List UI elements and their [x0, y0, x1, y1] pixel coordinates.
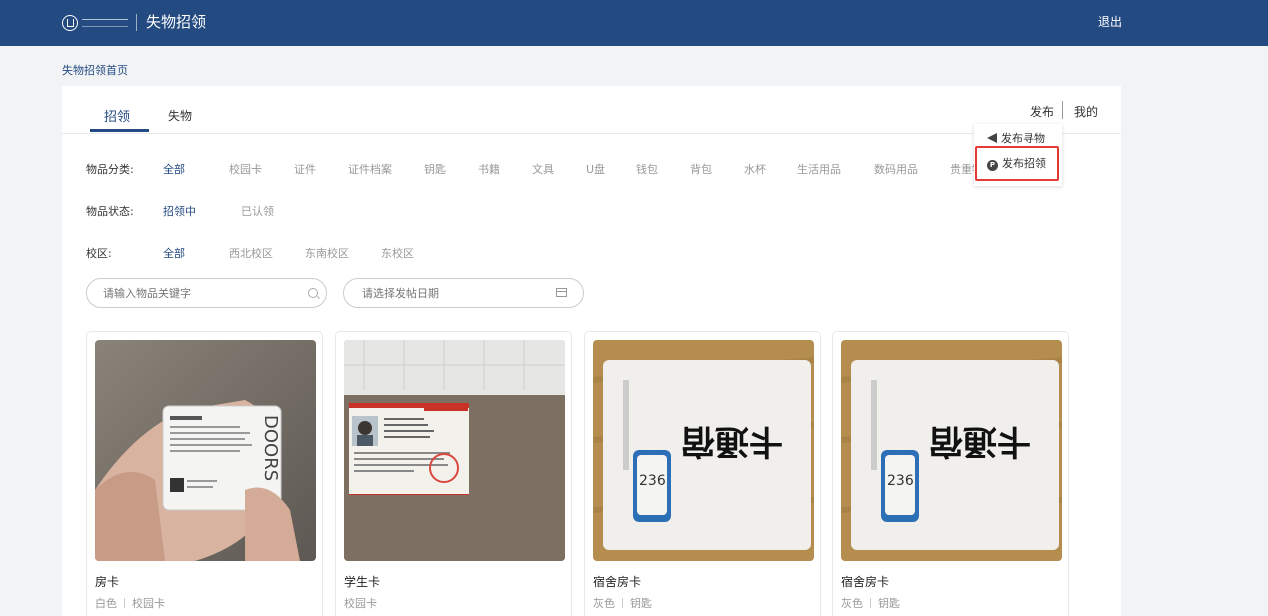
tab-found[interactable]: 招领: [104, 106, 130, 125]
category-option-wallet[interactable]: 钱包: [636, 161, 658, 177]
send-icon: [987, 133, 997, 143]
category-option-stationery[interactable]: 文具: [532, 161, 554, 177]
item-meta: 白色 校园卡: [95, 595, 165, 611]
item-name: 学生卡: [344, 575, 381, 589]
category-option-campus-card[interactable]: 校园卡: [229, 161, 262, 177]
publish-lost-label: 发布寻物: [1001, 132, 1045, 145]
post-date-input[interactable]: [362, 285, 542, 301]
item-card[interactable]: 236 卡通宿 宿舍房卡 灰色 钥匙: [832, 331, 1069, 616]
item-meta: 灰色 钥匙: [593, 595, 652, 611]
campus-option-east[interactable]: 东校区: [381, 245, 414, 261]
item-meta: 校园卡: [344, 595, 377, 611]
status-option-claiming[interactable]: 招领中: [163, 203, 196, 219]
item-category: 钥匙: [878, 597, 900, 610]
item-card[interactable]: DOORS 房卡 白色 校园卡: [86, 331, 323, 616]
item-card[interactable]: 236 卡通宿 宿舍房卡 灰色 钥匙: [584, 331, 821, 616]
item-color: 灰色: [593, 597, 615, 610]
svg-text:DOORS: DOORS: [260, 415, 281, 481]
category-option-certificate-file[interactable]: 证件档案: [348, 161, 392, 177]
category-option-usb[interactable]: U盘: [586, 161, 605, 177]
highlight-annotation-box: [975, 146, 1059, 181]
action-divider: [1062, 101, 1063, 119]
item-name: 房卡: [95, 575, 120, 589]
item-category: 校园卡: [132, 597, 165, 610]
publish-lost-item-menu-item[interactable]: 发布寻物: [987, 130, 1045, 146]
meta-divider: [870, 598, 871, 608]
keyword-search-input[interactable]: [103, 285, 293, 301]
calendar-icon[interactable]: [556, 288, 567, 297]
mine-button[interactable]: 我的: [1074, 103, 1098, 120]
item-photo: DOORS: [95, 340, 316, 561]
category-option-digital[interactable]: 数码用品: [874, 161, 918, 177]
item-card[interactable]: 学生卡 校园卡: [335, 331, 572, 616]
item-name: 宿舍房卡: [841, 575, 890, 589]
meta-divider: [124, 598, 125, 608]
category-option-certificate[interactable]: 证件: [294, 161, 316, 177]
item-photo: [344, 340, 565, 561]
campus-filter-label: 校区:: [86, 247, 112, 260]
top-header: 失物招领 退出: [0, 0, 1268, 46]
active-tab-underline: [90, 129, 149, 132]
campus-option-southeast[interactable]: 东南校区: [305, 245, 349, 261]
status-filter-label: 物品状态:: [86, 205, 134, 218]
main-panel: 招领 失物 发布 我的 物品分类: 全部 校园卡 证件 证件档案 钥匙 书籍 文…: [62, 86, 1121, 616]
app-title: 失物招领: [146, 13, 207, 31]
campus-option-northwest[interactable]: 西北校区: [229, 245, 273, 261]
category-option-key[interactable]: 钥匙: [424, 161, 446, 177]
header-divider: [136, 14, 137, 31]
svg-text:卡通宿: 卡通宿: [681, 421, 783, 461]
breadcrumb-home[interactable]: 失物招领首页: [62, 62, 128, 78]
item-color: 白色: [95, 597, 117, 610]
campus-option-all[interactable]: 全部: [163, 245, 185, 261]
item-category: 钥匙: [630, 597, 652, 610]
svg-text:卡通宿: 卡通宿: [929, 421, 1031, 461]
status-option-claimed[interactable]: 已认领: [241, 203, 274, 219]
meta-divider: [622, 598, 623, 608]
tab-lost[interactable]: 失物: [168, 107, 192, 124]
category-option-all[interactable]: 全部: [163, 161, 185, 177]
publish-button[interactable]: 发布: [1030, 103, 1054, 120]
category-option-backpack[interactable]: 背包: [690, 161, 712, 177]
tab-divider: [62, 133, 1121, 134]
university-logo[interactable]: [62, 12, 130, 34]
category-filter-label: 物品分类:: [86, 163, 134, 176]
item-color: 灰色: [841, 597, 863, 610]
item-name: 宿舍房卡: [593, 575, 642, 589]
logout-link[interactable]: 退出: [1098, 14, 1122, 30]
university-seal-icon: [62, 15, 78, 31]
keyword-search[interactable]: [86, 278, 327, 308]
category-option-cup[interactable]: 水杯: [744, 161, 766, 177]
post-date-picker[interactable]: [343, 278, 584, 308]
item-meta: 灰色 钥匙: [841, 595, 900, 611]
category-option-book[interactable]: 书籍: [478, 161, 500, 177]
search-icon[interactable]: [308, 288, 318, 298]
university-name-wordmark: [82, 19, 128, 27]
item-category: 校园卡: [344, 597, 377, 610]
item-photo: 236 卡通宿: [593, 340, 814, 561]
svg-text:236: 236: [639, 473, 666, 489]
item-photo: 236 卡通宿: [841, 340, 1062, 561]
category-option-daily[interactable]: 生活用品: [797, 161, 841, 177]
svg-text:236: 236: [887, 473, 914, 489]
